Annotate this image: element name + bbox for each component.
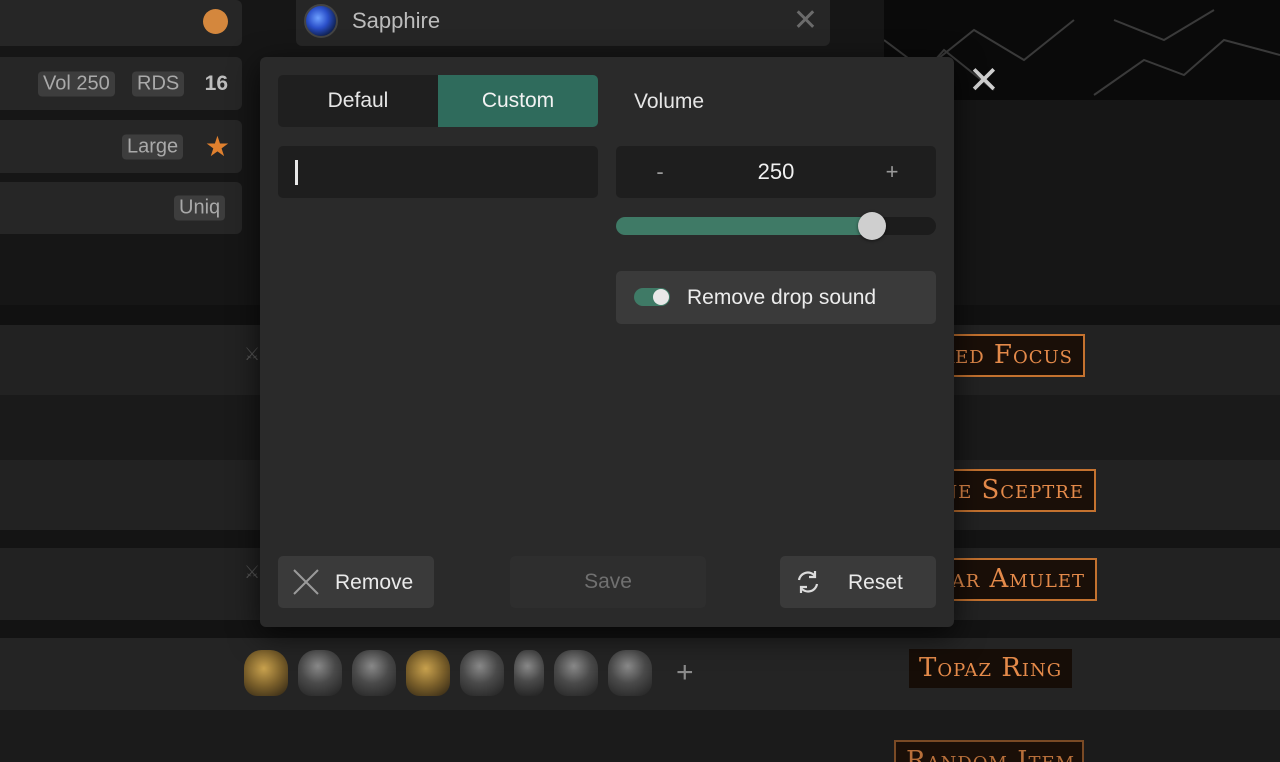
sapphire-gem-icon: [304, 4, 338, 38]
slider-fill: [616, 217, 872, 235]
reset-label: Reset: [848, 571, 903, 594]
filter-row-2[interactable]: Vol 250 RDS 16: [0, 57, 242, 110]
row-icon: ⚔: [244, 562, 261, 582]
row-icon: ⚔: [244, 344, 261, 364]
volume-tag: Vol 250: [38, 71, 115, 96]
refresh-icon: [797, 571, 819, 593]
item-label-random: Random Item: [894, 740, 1084, 762]
helmet-icon[interactable]: [460, 650, 504, 696]
shield-icon[interactable]: [406, 650, 450, 696]
item-name: Sapphire: [352, 8, 441, 33]
remove-label: Remove: [335, 571, 414, 594]
color-dot-icon: [203, 9, 228, 34]
reset-button[interactable]: Reset: [780, 556, 936, 608]
remove-drop-sound-option[interactable]: Remove drop sound: [616, 271, 936, 324]
close-icon: [293, 569, 319, 595]
equipment-icons: +: [244, 648, 694, 698]
helmet-icon[interactable]: [352, 650, 396, 696]
star-icon: ★: [204, 130, 230, 162]
custom-sound-input[interactable]: [278, 146, 598, 198]
remove-button[interactable]: Remove: [278, 556, 434, 608]
remove-drop-sound-toggle[interactable]: [634, 288, 670, 306]
item-row-sapphire[interactable]: Sapphire ✕: [296, 0, 830, 46]
helmet-icon[interactable]: [608, 650, 652, 696]
armour-icon[interactable]: [298, 650, 342, 696]
increase-volume-button[interactable]: +: [864, 146, 920, 198]
text-caret: [295, 160, 298, 185]
save-button[interactable]: Save: [510, 556, 706, 608]
filter-row-1[interactable]: [0, 0, 242, 46]
slider-handle[interactable]: [858, 212, 886, 240]
close-icon[interactable]: ✕: [793, 6, 818, 36]
size-tag: Large: [122, 134, 184, 159]
row-count: 16: [204, 71, 228, 95]
toggle-knob: [653, 289, 669, 305]
helmet-icon[interactable]: [554, 650, 598, 696]
add-equipment-icon[interactable]: +: [676, 656, 694, 690]
sound-mode-tabs: Defaul Custom: [278, 75, 598, 127]
filter-row-4[interactable]: Uniq: [0, 182, 242, 234]
tab-custom[interactable]: Custom: [438, 75, 598, 127]
list-row[interactable]: [0, 710, 1280, 762]
item-label-topaz-ring: Topaz Ring: [909, 649, 1073, 689]
preview-close-icon[interactable]: ✕: [968, 62, 1000, 100]
rds-tag: RDS: [132, 71, 185, 96]
tab-default[interactable]: Defaul: [278, 75, 438, 127]
helmet-icon[interactable]: [244, 650, 288, 696]
sound-settings-dialog: Defaul Custom Volume - 250 + Remove drop…: [260, 57, 954, 627]
toggle-label: Remove drop sound: [687, 286, 877, 309]
rarity-tag: Uniq: [174, 195, 226, 221]
volume-heading: Volume: [634, 90, 705, 113]
app-screen: Vol 250 RDS 16 Large ★ Uniq Sapphire ✕ ✕: [0, 0, 1280, 762]
volume-stepper: - 250 +: [616, 146, 936, 198]
boots-icon[interactable]: [514, 650, 544, 696]
volume-slider[interactable]: [616, 212, 936, 240]
filter-row-3[interactable]: Large ★: [0, 120, 242, 173]
